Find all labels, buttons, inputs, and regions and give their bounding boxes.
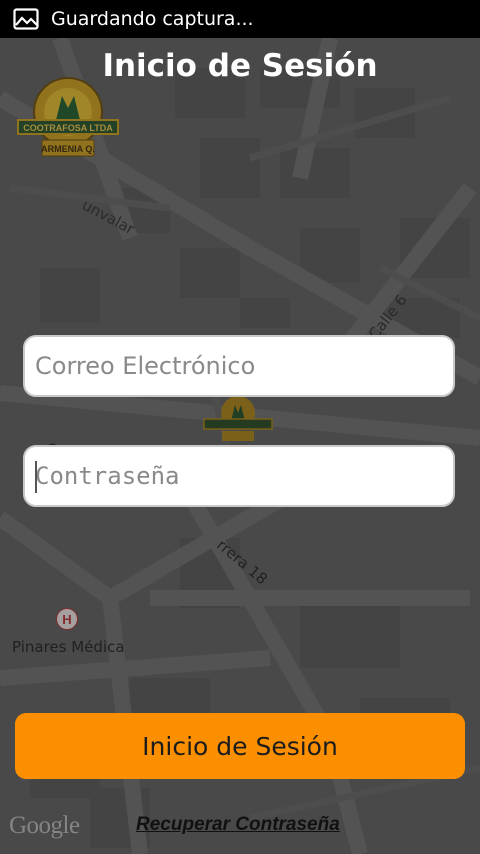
login-button[interactable]: Inicio de Sesión — [15, 713, 465, 779]
recover-password-link[interactable]: Recuperar Contraseña — [136, 814, 340, 836]
password-field[interactable] — [23, 445, 455, 507]
status-bar: Guardando captura... — [0, 0, 480, 38]
text-cursor — [35, 461, 37, 493]
google-attribution: Google — [9, 812, 80, 839]
notification-text: Guardando captura... — [51, 8, 254, 30]
page-title: Inicio de Sesión — [102, 48, 378, 84]
email-field[interactable] — [23, 335, 455, 397]
image-icon — [13, 8, 39, 30]
password-input[interactable] — [33, 461, 453, 491]
email-input[interactable] — [33, 351, 453, 381]
